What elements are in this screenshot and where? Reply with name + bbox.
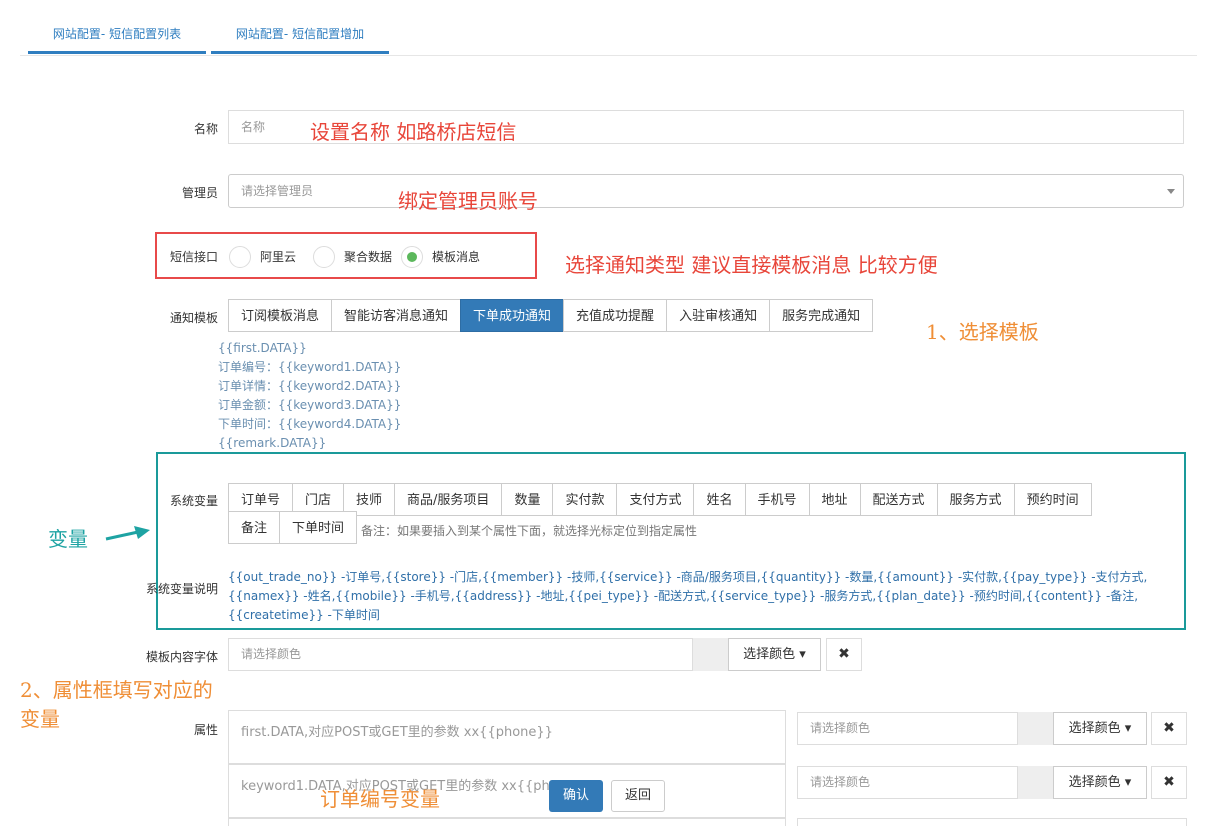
sysvar-mobile[interactable]: 手机号 xyxy=(744,483,810,516)
notify-tpl-service-done[interactable]: 服务完成通知 xyxy=(769,299,874,332)
font-label: 模板内容字体 xyxy=(145,650,218,664)
annotation-variable: 变量 xyxy=(48,527,88,551)
attr3-color-input[interactable] xyxy=(797,818,1187,826)
font-color-swatch xyxy=(693,638,728,671)
notify-tpl-settle-review[interactable]: 入驻审核通知 xyxy=(666,299,771,332)
radio-aliyun[interactable] xyxy=(229,246,251,268)
tab-divider xyxy=(20,55,1197,56)
notify-tpl-visitor[interactable]: 智能访客消息通知 xyxy=(331,299,462,332)
attr2-textarea[interactable]: keyword1.DATA,对应POST或GET里的参数 xx{{phone}} xyxy=(228,764,786,818)
sysvar-delivery[interactable]: 配送方式 xyxy=(859,483,938,516)
name-label: 名称 xyxy=(193,122,218,136)
attr2-color-input[interactable]: 请选择颜色 xyxy=(797,766,1018,799)
font-color-clear-icon[interactable]: ✖ xyxy=(826,638,862,671)
sysvar-address[interactable]: 地址 xyxy=(808,483,861,516)
attr1-color-input[interactable]: 请选择颜色 xyxy=(797,712,1018,745)
radio-template-msg[interactable] xyxy=(401,246,423,268)
font-color-picker-button[interactable]: 选择颜色 ▾ xyxy=(728,638,821,671)
annotation-step2-line2: 变量 xyxy=(20,707,60,731)
radio-aliyun-label: 阿里云 xyxy=(260,250,297,264)
annotation-step2-line1: 2、属性框填写对应的 xyxy=(20,678,213,702)
sysvar-pay-type[interactable]: 支付方式 xyxy=(616,483,695,516)
arrow-icon xyxy=(105,526,150,541)
admin-select[interactable]: 请选择管理员 xyxy=(228,174,1184,208)
sysvar-createtime[interactable]: 下单时间 xyxy=(279,511,358,544)
attr-label: 属性 xyxy=(193,723,218,737)
attr1-color-swatch xyxy=(1018,712,1053,745)
sysvar-plan-date[interactable]: 预约时间 xyxy=(1013,483,1092,516)
annotation-step1: 1、选择模板 xyxy=(926,320,1039,344)
annotation-admin: 绑定管理员账号 xyxy=(398,189,538,213)
notify-tpl-recharge[interactable]: 充值成功提醒 xyxy=(563,299,668,332)
sysvar-hint: 备注：如果要插入到某个属性下面，就选择光标定位到指定属性 xyxy=(361,524,698,538)
template-line: 订单编号：{{keyword1.DATA}} xyxy=(218,360,402,374)
sysvar-service-type[interactable]: 服务方式 xyxy=(936,483,1015,516)
sysvar-remark[interactable]: 备注 xyxy=(228,511,281,544)
template-line: 订单金额：{{keyword3.DATA}} xyxy=(218,398,402,412)
attr1-color-picker-button[interactable]: 选择颜色 ▾ xyxy=(1053,712,1147,745)
back-button[interactable]: 返回 xyxy=(611,780,665,812)
attr2-clear-icon[interactable]: ✖ xyxy=(1151,766,1187,799)
template-line: {{first.DATA}} xyxy=(218,341,307,355)
tab-sms-config-list[interactable]: 网站配置- 短信配置列表 xyxy=(28,14,206,54)
confirm-button[interactable]: 确认 xyxy=(549,780,603,812)
sysvar-label: 系统变量 xyxy=(169,494,218,508)
annotation-name: 设置名称 如路桥店短信 xyxy=(310,120,517,144)
admin-label: 管理员 xyxy=(181,186,218,200)
sysvar-service-item[interactable]: 商品/服务项目 xyxy=(394,483,503,516)
template-line: 下单时间：{{keyword4.DATA}} xyxy=(218,417,402,431)
attr1-clear-icon[interactable]: ✖ xyxy=(1151,712,1187,745)
sysvar-row2: 备注 下单时间 xyxy=(228,511,358,544)
annotation-sms: 选择通知类型 建议直接模板消息 比较方便 xyxy=(565,253,938,277)
radio-juhe[interactable] xyxy=(313,246,335,268)
admin-select-placeholder: 请选择管理员 xyxy=(241,184,314,198)
sysvar-quantity[interactable]: 数量 xyxy=(501,483,554,516)
notify-label: 通知模板 xyxy=(169,311,218,325)
notify-tpl-order-success[interactable]: 下单成功通知 xyxy=(460,299,565,332)
chevron-down-icon xyxy=(1167,189,1175,194)
radio-template-msg-label: 模板消息 xyxy=(432,250,481,264)
tab-sms-config-add[interactable]: 网站配置- 短信配置增加 xyxy=(211,14,389,54)
sms-label: 短信接口 xyxy=(169,250,218,264)
sysvar-name[interactable]: 姓名 xyxy=(693,483,746,516)
attr1-textarea[interactable]: first.DATA,对应POST或GET里的参数 xx{{phone}} xyxy=(228,710,786,764)
notify-tpl-subscribe[interactable]: 订阅模板消息 xyxy=(228,299,333,332)
annotation-order-var: 订单编号变量 xyxy=(320,787,440,811)
font-color-input[interactable]: 请选择颜色 xyxy=(228,638,693,671)
sysvar-row1: 订单号 门店 技师 商品/服务项目 数量 实付款 支付方式 姓名 手机号 地址 … xyxy=(228,483,1092,516)
sysvar-amount[interactable]: 实付款 xyxy=(552,483,618,516)
template-line: {{remark.DATA}} xyxy=(218,436,327,450)
sysvar-desc-label: 系统变量说明 xyxy=(145,582,218,596)
template-preview: {{first.DATA}} 订单编号：{{keyword1.DATA}} 订单… xyxy=(218,339,401,453)
attr2-color-swatch xyxy=(1018,766,1053,799)
sysvar-desc: {{out_trade_no}} -订单号,{{store}} -门店,{{me… xyxy=(228,570,1148,622)
notify-template-group: 订阅模板消息 智能访客消息通知 下单成功通知 充值成功提醒 入驻审核通知 服务完… xyxy=(228,299,874,332)
template-line: 订单详情：{{keyword2.DATA}} xyxy=(218,379,402,393)
radio-juhe-label: 聚合数据 xyxy=(344,250,393,264)
attr3-textarea[interactable] xyxy=(228,818,786,826)
attr2-color-picker-button[interactable]: 选择颜色 ▾ xyxy=(1053,766,1147,799)
